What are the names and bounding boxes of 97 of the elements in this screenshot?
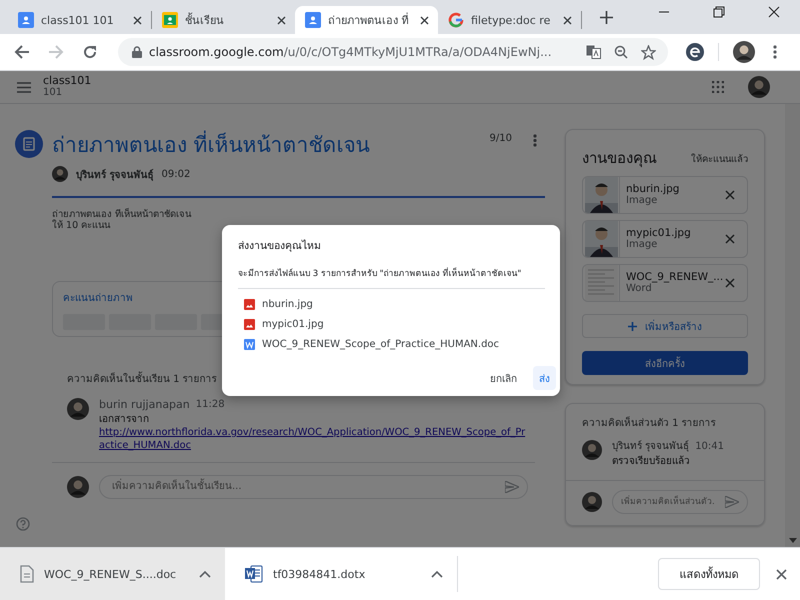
file-name: mypic01.jpg <box>262 318 324 330</box>
comment-text: ตรวจเรียบร้อยแล้ว <box>612 455 691 468</box>
url-text: classroom.google.com/u/0/c/OTg4MTkyMjU1MTRa/a/ODA4NjEwNj... <box>149 45 552 59</box>
scroll-down-icon[interactable] <box>789 538 797 543</box>
assignment-title: ถ่ายภาพตนเอง ที่เห็นหน้าตาชัดเจน <box>52 130 370 158</box>
class-section: 101 <box>43 87 92 99</box>
browser-tab[interactable]: class101 101 <box>8 6 151 34</box>
tab-title: ชั้นเรียน <box>185 12 225 29</box>
avatar <box>52 166 68 182</box>
download-item[interactable]: tf03984841.dotx <box>225 548 457 600</box>
attachment-type: Image <box>626 195 658 207</box>
comments-heading: ความคิดเห็นส่วนตัว 1 รายการ <box>582 415 716 430</box>
file-name: WOC_9_RENEW_Scope_of_Practice_HUMAN.doc <box>262 338 500 350</box>
image-file-icon <box>244 318 255 330</box>
avatar <box>582 440 602 460</box>
back-icon[interactable] <box>14 44 30 60</box>
avatar <box>748 76 770 98</box>
download-item[interactable]: WOC_9_RENEW_S....doc <box>0 548 225 600</box>
remove-icon[interactable] <box>725 278 735 288</box>
restore-icon[interactable] <box>713 6 725 18</box>
more-icon[interactable] <box>533 134 537 147</box>
author-name: บุรินทร์ รุจจนพันธุ์ <box>76 168 154 182</box>
classroom-icon <box>18 12 34 28</box>
avatar <box>67 398 89 420</box>
comment-field[interactable]: เพิ่มความคิดเห็นในชั้นเรียน... <box>99 474 528 498</box>
comments-heading: ความคิดเห็นในชั้นเรียน 1 รายการ <box>67 370 217 386</box>
comment-author: burin rujjanapan <box>99 398 190 410</box>
classroom-icon <box>305 12 321 28</box>
comment-time: 10:41 <box>695 440 724 453</box>
assignment-icon <box>15 130 43 158</box>
tab-title: class101 101 <box>41 14 115 26</box>
show-all-button[interactable]: แสดงทั้งหมด <box>658 558 760 590</box>
close-icon[interactable] <box>133 16 142 24</box>
description-text: ให้ 10 คะแนน <box>52 220 112 230</box>
lock-icon <box>132 46 142 58</box>
browser-tab[interactable]: ถ่ายภาพตนเอง ที่ <box>295 6 438 34</box>
comment-field[interactable]: เพิ่มความคิดเห็นส่วนตัว. <box>612 490 748 514</box>
attachment-name: WOC_9_RENEW_... <box>626 271 724 283</box>
attachment-type: Image <box>626 239 658 251</box>
apps-icon[interactable] <box>712 81 724 93</box>
avatar <box>582 492 602 512</box>
menu-icon[interactable] <box>773 45 777 59</box>
close-icon[interactable] <box>768 6 780 18</box>
extension-icon[interactable] <box>686 43 704 61</box>
close-icon[interactable] <box>420 16 429 24</box>
class-name[interactable]: class101 <box>43 75 92 87</box>
comment-author: บุรินทร์ รุจจนพันธุ์ <box>612 440 690 453</box>
new-tab-icon[interactable] <box>600 11 613 24</box>
tab-title: filetype:doc re <box>471 14 552 26</box>
attachment-type: Word <box>626 283 653 295</box>
attachment-card[interactable]: nburin.jpg Image <box>582 176 748 214</box>
post-time: 09:02 <box>161 168 190 180</box>
menu-icon[interactable] <box>17 82 31 92</box>
attachment-name: mypic01.jpg <box>626 227 692 239</box>
word-icon <box>245 565 263 583</box>
download-name: WOC_9_RENEW_S....doc <box>44 568 176 580</box>
close-icon[interactable] <box>277 16 286 24</box>
close-icon[interactable] <box>563 16 572 24</box>
comment-link[interactable]: http://www.northflorida.va.gov/research/WOC_Application/WOC_9_RENEW_Scope_of_Practice_HUMAN.doc <box>99 426 527 452</box>
download-name: tf03984841.dotx <box>273 568 366 580</box>
translate-icon[interactable] <box>586 45 601 59</box>
dialog-title: ส่งงานของคุณไหม <box>238 238 322 254</box>
browser-tab[interactable]: ชั้นเรียน <box>152 6 295 34</box>
cancel-button[interactable]: ยกเลิก <box>484 366 523 390</box>
attachment-card[interactable]: mypic01.jpg Image <box>582 220 748 258</box>
plus-icon <box>628 322 637 330</box>
word-file-icon <box>244 338 255 350</box>
description-text: ถ่ายภาพตนเอง ทีเห็นหน้าตาชัดเจน <box>52 208 192 220</box>
scrollbar[interactable] <box>785 104 800 547</box>
score: 9/10 <box>490 133 512 144</box>
comment-time: 11:28 <box>196 398 225 410</box>
remove-icon[interactable] <box>725 190 735 200</box>
google-icon <box>448 12 464 28</box>
attachment-name: nburin.jpg <box>626 183 680 195</box>
classroom-icon <box>162 12 178 28</box>
remove-icon[interactable] <box>725 234 735 244</box>
caret-icon[interactable] <box>431 570 443 578</box>
address-bar[interactable]: classroom.google.com/u/0/c/OTg4MTkyMjU1MTRa/a/ODA4NjEwNj... <box>118 38 668 66</box>
reload-icon[interactable] <box>82 44 98 60</box>
dialog-message: จะมีการส่งไฟล์แนบ 3 รายการสำหรับ "ถ่ายภาพตนเอง ที่เห็นหน้าตาชัดเจน" <box>238 266 522 280</box>
submit-button[interactable]: ส่ง <box>533 366 556 390</box>
your-work-title: งานของคุณ <box>582 148 657 170</box>
star-icon[interactable] <box>641 44 656 60</box>
close-icon[interactable] <box>776 568 787 580</box>
rubric-title: คะแนนถ่ายภาพ <box>63 292 133 304</box>
zoom-out-icon[interactable] <box>614 45 628 59</box>
comment-text: เอกสารจาก <box>99 412 150 426</box>
document-icon <box>20 565 34 583</box>
avatar <box>67 476 89 498</box>
browser-tab[interactable]: filetype:doc re <box>438 6 581 34</box>
grade-status: ให้คะแนนแล้ว <box>691 152 748 166</box>
attachment-card[interactable]: WOC_9_RENEW_... Word <box>582 264 748 302</box>
avatar <box>733 41 755 63</box>
tab-title: ถ่ายภาพตนเอง ที่ <box>328 12 410 29</box>
image-file-icon <box>244 298 255 310</box>
file-name: nburin.jpg <box>262 298 313 310</box>
caret-icon[interactable] <box>199 570 211 578</box>
